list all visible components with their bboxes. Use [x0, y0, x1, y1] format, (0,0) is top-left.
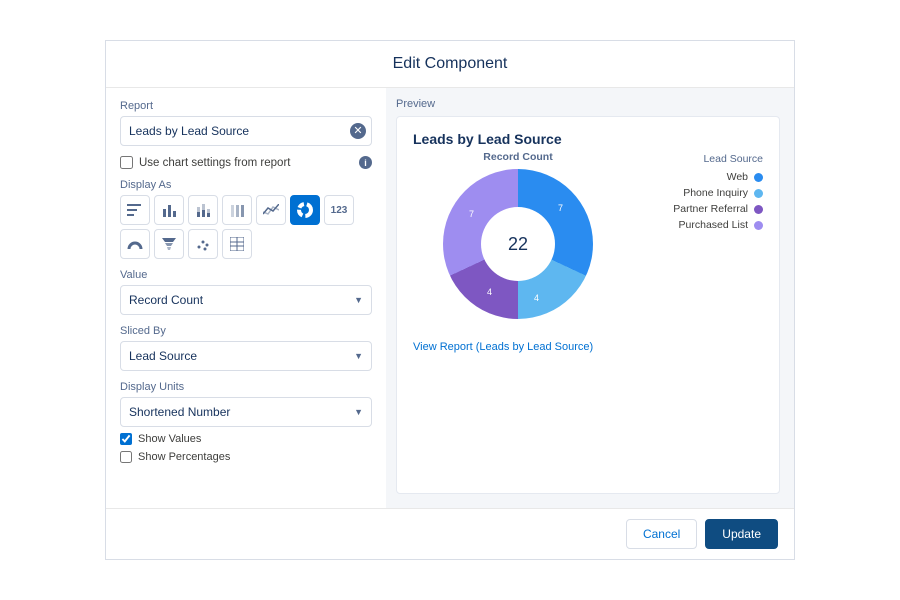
- chevron-down-icon: ▼: [354, 295, 363, 305]
- edit-component-modal: Edit Component Report ✕ Use chart settin…: [105, 40, 795, 560]
- scatter-icon[interactable]: [188, 229, 218, 259]
- legend-dot-icon: [754, 189, 763, 198]
- donut-chart-wrap: 22 7 4 4 7: [443, 169, 593, 319]
- preview-pane: Preview Leads by Lead Source Record Coun…: [386, 88, 794, 508]
- legend-dot-icon: [754, 173, 763, 182]
- value-label: Value: [120, 269, 372, 281]
- display-units-selected: Shortened Number: [129, 405, 230, 419]
- slice-value-phone: 4: [534, 293, 539, 303]
- display-as-label: Display As: [120, 179, 372, 191]
- modal-body: Report ✕ Use chart settings from report …: [106, 88, 794, 508]
- metric-icon[interactable]: 123: [324, 195, 354, 225]
- legend-item-partner: Partner Referral: [643, 203, 763, 215]
- chevron-down-icon: ▼: [354, 351, 363, 361]
- legend-item-purchased: Purchased List: [643, 219, 763, 231]
- show-values-row[interactable]: Show Values: [120, 433, 372, 445]
- chart-row: Record Count 22 7 4 4 7 Lead Source Web: [413, 151, 763, 319]
- stacked-vbar-icon[interactable]: [188, 195, 218, 225]
- chevron-down-icon: ▼: [354, 407, 363, 417]
- hbar-chart-icon[interactable]: [120, 195, 150, 225]
- sliced-by-select[interactable]: Lead Source ▼: [120, 341, 372, 371]
- donut-center-value: 22: [443, 169, 593, 319]
- legend-column: Lead Source Web Phone Inquiry Partner Re…: [643, 151, 763, 319]
- preview-card: Leads by Lead Source Record Count 22 7 4…: [396, 116, 780, 494]
- show-percentages-label: Show Percentages: [138, 451, 230, 463]
- legend-item-web: Web: [643, 171, 763, 183]
- report-input[interactable]: [120, 116, 372, 146]
- slice-value-partner: 4: [487, 287, 492, 297]
- show-percentages-checkbox[interactable]: [120, 451, 132, 463]
- stacked-vbar2-icon[interactable]: [222, 195, 252, 225]
- use-chart-settings-label: Use chart settings from report: [139, 157, 290, 169]
- report-label: Report: [120, 100, 372, 112]
- info-icon[interactable]: i: [359, 156, 372, 169]
- show-percentages-row[interactable]: Show Percentages: [120, 451, 372, 463]
- display-units-select[interactable]: Shortened Number ▼: [120, 397, 372, 427]
- view-report-link[interactable]: View Report (Leads by Lead Source): [413, 341, 763, 353]
- gauge-icon[interactable]: [120, 229, 150, 259]
- value-select[interactable]: Record Count ▼: [120, 285, 372, 315]
- display-units-label: Display Units: [120, 381, 372, 393]
- sliced-by-selected: Lead Source: [129, 349, 197, 363]
- modal-footer: Cancel Update: [106, 508, 794, 559]
- legend-item-phone: Phone Inquiry: [643, 187, 763, 199]
- use-chart-settings-row[interactable]: Use chart settings from report i: [120, 156, 372, 169]
- legend-dot-icon: [754, 221, 763, 230]
- record-count-label: Record Count: [413, 151, 623, 163]
- sliced-by-label: Sliced By: [120, 325, 372, 337]
- preview-title: Leads by Lead Source: [413, 131, 763, 147]
- legend-dot-icon: [754, 205, 763, 214]
- slice-value-purchased: 7: [469, 209, 474, 219]
- vbar-chart-icon[interactable]: [154, 195, 184, 225]
- report-field-wrap: ✕: [120, 116, 372, 146]
- funnel-icon[interactable]: [154, 229, 184, 259]
- preview-section-label: Preview: [396, 98, 780, 110]
- donut-column: Record Count 22 7 4 4 7: [413, 151, 623, 319]
- clear-report-icon[interactable]: ✕: [350, 123, 366, 139]
- update-button[interactable]: Update: [705, 519, 778, 549]
- slice-value-web: 7: [558, 203, 563, 213]
- use-chart-settings-checkbox[interactable]: [120, 156, 133, 169]
- donut-chart-icon[interactable]: [290, 195, 320, 225]
- show-values-checkbox[interactable]: [120, 433, 132, 445]
- settings-pane: Report ✕ Use chart settings from report …: [106, 88, 386, 508]
- show-values-label: Show Values: [138, 433, 201, 445]
- table-icon[interactable]: [222, 229, 252, 259]
- cancel-button[interactable]: Cancel: [626, 519, 697, 549]
- value-selected: Record Count: [129, 293, 203, 307]
- legend-title: Lead Source: [643, 153, 763, 165]
- modal-title: Edit Component: [106, 41, 794, 88]
- display-as-grid: 123: [120, 195, 372, 259]
- line-chart-icon[interactable]: [256, 195, 286, 225]
